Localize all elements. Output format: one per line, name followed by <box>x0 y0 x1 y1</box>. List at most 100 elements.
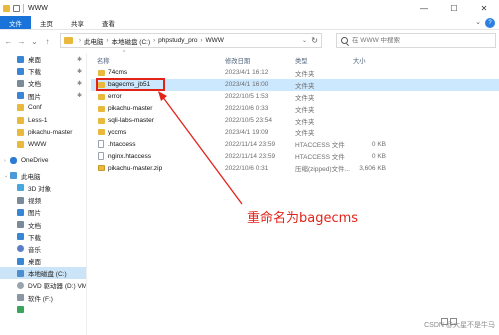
tab-view[interactable]: 查看 <box>93 16 124 29</box>
column-header-size[interactable]: 大小 <box>353 56 366 65</box>
column-header-type[interactable]: 类型 <box>295 56 308 65</box>
sidebar-item-pictures-pc[interactable]: 图片 <box>0 206 86 218</box>
sidebar-item-label: Less-1 <box>28 116 48 124</box>
sidebar-item-onedrive[interactable]: › OneDrive <box>0 155 86 167</box>
table-row[interactable]: yccms 2023/4/1 19:09 文件夹 <box>91 126 499 138</box>
desktop-icon <box>17 257 24 265</box>
address-bar[interactable]: › 此电脑 › 本地磁盘 (C:) › phpstudy_pro › WWW ⌄… <box>60 33 322 48</box>
sidebar-item-software-f[interactable]: 软件 (F:) <box>0 292 86 304</box>
sidebar-item-label: 下载 <box>28 234 41 242</box>
sidebar-item-documents[interactable]: 文档 ✱ <box>0 77 86 89</box>
chevron-right-icon: › <box>200 37 203 44</box>
sidebar-item-pictures[interactable]: 图片 ✱ <box>0 90 86 102</box>
file-type: 文件夹 <box>295 82 315 90</box>
folder-icon <box>3 4 10 12</box>
refresh-button[interactable]: ↻ <box>311 36 318 45</box>
sidebar-item-local-disk-c[interactable]: 本地磁盘 (C:) <box>0 267 86 280</box>
cube-icon <box>17 184 24 192</box>
file-date: 2023/4/1 16:12 <box>225 69 269 77</box>
file-date: 2022/10/5 1:53 <box>225 93 269 101</box>
recent-locations-button[interactable]: ⌄ <box>28 37 41 46</box>
breadcrumb-local-disk[interactable]: 本地磁盘 (C:) <box>112 36 151 46</box>
sidebar-item-network[interactable] <box>0 304 86 316</box>
tab-file[interactable]: 文件 <box>0 16 31 29</box>
pc-icon <box>64 37 73 44</box>
file-icon <box>98 140 104 149</box>
toolbar-divider <box>23 3 24 13</box>
table-row[interactable]: error 2022/10/5 1:53 文件夹 <box>91 91 499 103</box>
sidebar-item-less-1[interactable]: Less-1 <box>0 114 86 126</box>
table-row[interactable]: pikachu-master 2022/10/6 0:33 文件夹 <box>91 103 499 115</box>
sidebar-item-label: 软件 (F:) <box>28 295 53 303</box>
up-button[interactable]: ↑ <box>41 37 54 46</box>
file-icon <box>98 152 104 161</box>
close-button[interactable]: ✕ <box>469 0 499 16</box>
sidebar-item-label: 图片 <box>28 93 41 101</box>
sidebar-item-3d-objects[interactable]: 3D 对象 <box>0 182 86 194</box>
network-icon <box>17 306 24 314</box>
folder-icon <box>98 93 105 100</box>
video-icon <box>17 196 24 204</box>
search-input[interactable] <box>352 37 482 44</box>
table-row[interactable]: nginx.htaccess 2022/11/14 23:59 HTACCESS… <box>91 150 499 162</box>
folder-icon <box>98 105 105 112</box>
sidebar-item-videos[interactable]: 视频 <box>0 194 86 206</box>
sidebar-item-desktop-pc[interactable]: 桌面 <box>0 255 86 267</box>
properties-icon[interactable] <box>13 4 20 12</box>
folder-icon <box>17 128 24 136</box>
sidebar-item-conf[interactable]: Conf <box>0 102 86 114</box>
breadcrumb-www[interactable]: WWW <box>206 37 224 44</box>
pin-icon: ✱ <box>76 80 82 87</box>
sidebar-item-pikachu-master[interactable]: pikachu-master <box>0 126 86 138</box>
sidebar-item-downloads[interactable]: 下载 ✱ <box>0 65 86 77</box>
sidebar-item-www[interactable]: WWW <box>0 138 86 150</box>
expand-ribbon-icon[interactable]: ⌄ <box>475 18 481 26</box>
sidebar-item-label: OneDrive <box>21 157 49 165</box>
sidebar-item-label: 3D 对象 <box>28 185 52 193</box>
sort-indicator-icon: ^ <box>123 50 126 56</box>
file-name: pikachu-master.zip <box>108 164 163 172</box>
sidebar-item-label: 音乐 <box>28 246 41 254</box>
folder-icon <box>98 117 105 124</box>
search-icon <box>341 37 348 44</box>
sidebar-item-music[interactable]: 音乐 <box>0 243 86 255</box>
sidebar-item-label: 桌面 <box>28 57 41 65</box>
sidebar-item-desktop[interactable]: 桌面 ✱ <box>0 53 86 65</box>
tab-home[interactable]: 主页 <box>31 16 62 29</box>
column-header-name[interactable]: 名称 <box>97 56 110 65</box>
sidebar-item-dvd-drive[interactable]: DVD 驱动器 (D:) VM <box>0 279 86 291</box>
breadcrumb-phpstudy[interactable]: phpstudy_pro <box>158 37 197 44</box>
file-type: 文件夹 <box>295 106 315 114</box>
search-box[interactable] <box>336 33 496 48</box>
sidebar-item-this-pc[interactable]: ⌄ 此电脑 <box>0 170 86 182</box>
sidebar-item-label: 文档 <box>28 222 41 230</box>
maximize-button[interactable]: ☐ <box>439 0 469 16</box>
document-icon <box>17 79 24 87</box>
breadcrumb-this-pc[interactable]: 此电脑 <box>84 36 104 46</box>
minimize-button[interactable]: — <box>409 0 439 16</box>
sidebar-item-label: 文档 <box>28 81 41 89</box>
tab-share[interactable]: 共享 <box>62 16 93 29</box>
help-icon[interactable]: ? <box>485 18 495 28</box>
file-name: error <box>108 93 122 101</box>
file-date: 2022/11/14 23:59 <box>225 140 276 148</box>
file-type: 文件夹 <box>295 130 315 138</box>
file-date: 2022/10/6 0:31 <box>225 164 269 172</box>
annotation-text: 重命名为bagecms <box>247 211 359 226</box>
desktop-icon <box>17 55 24 63</box>
forward-button[interactable]: → <box>15 37 28 46</box>
chevron-right-icon: › <box>153 37 156 44</box>
drive-icon <box>17 294 24 302</box>
address-dropdown-icon[interactable]: ⌄ <box>302 37 307 44</box>
sidebar-item-documents-pc[interactable]: 文档 <box>0 218 86 230</box>
sidebar-item-downloads-pc[interactable]: 下载 <box>0 231 86 243</box>
column-header-date[interactable]: 修改日期 <box>225 56 250 65</box>
document-icon <box>17 221 24 229</box>
table-row[interactable]: .htaccess 2022/11/14 23:59 HTACCESS 文件 0… <box>91 138 499 150</box>
window-title: WWW <box>28 4 48 12</box>
table-row[interactable]: pikachu-master.zip 2022/10/6 0:31 压缩(zip… <box>91 162 499 174</box>
table-row[interactable]: sqli-labs-master 2022/10/5 23:54 文件夹 <box>91 115 499 127</box>
sidebar-item-label: 视频 <box>28 198 41 206</box>
file-date: 2022/10/5 23:54 <box>225 117 272 124</box>
back-button[interactable]: ← <box>2 37 15 46</box>
